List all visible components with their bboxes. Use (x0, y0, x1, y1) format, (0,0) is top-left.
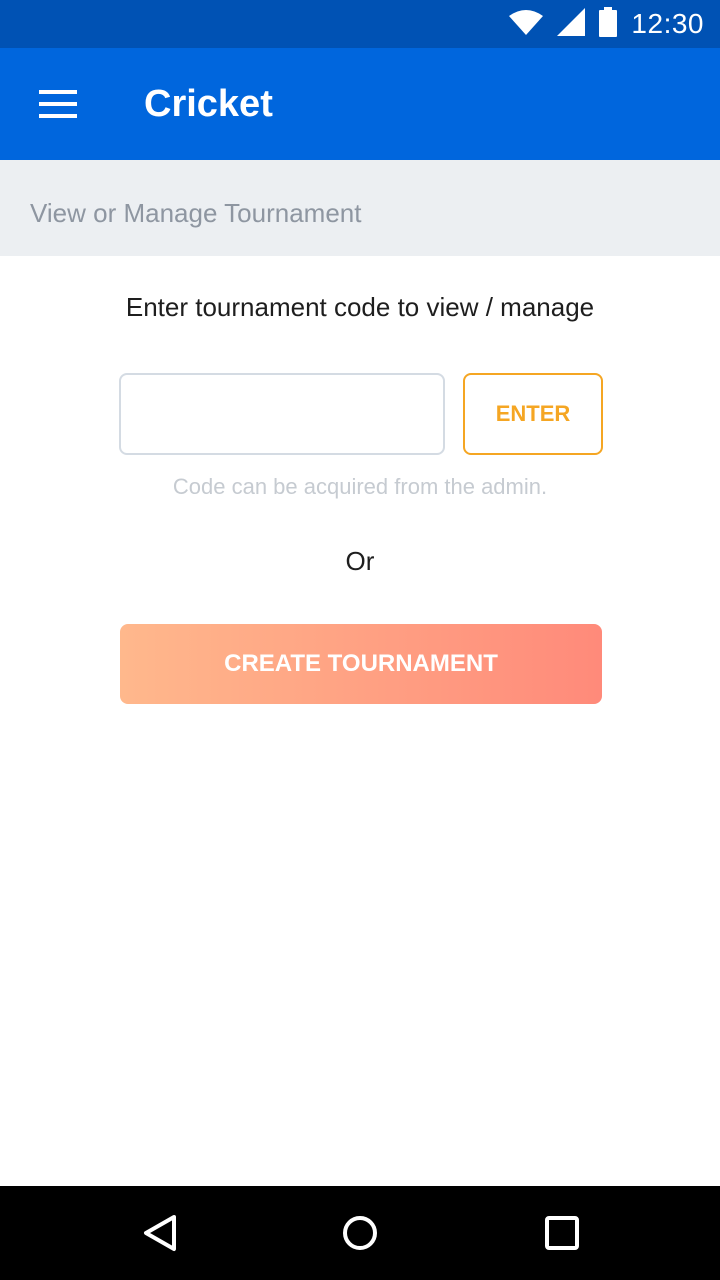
signal-icon (557, 7, 586, 41)
navigation-bar (0, 1186, 720, 1280)
home-button[interactable] (310, 1186, 410, 1280)
enter-button[interactable]: ENTER (463, 373, 603, 455)
create-tournament-button[interactable]: CREATE TOURNAMENT (120, 624, 602, 704)
wifi-icon (509, 9, 544, 40)
status-time: 12:30 (631, 8, 704, 39)
battery-icon (599, 6, 618, 42)
back-button[interactable] (110, 1186, 210, 1280)
menu-icon (39, 90, 77, 118)
status-icons: 12:30 (509, 0, 704, 48)
status-bar: 12:30 (0, 0, 720, 48)
app-bar: Cricket (0, 48, 720, 160)
tournament-code-input[interactable] (119, 373, 445, 455)
back-icon (144, 1215, 176, 1251)
hint-text: Code can be acquired from the admin. (172, 474, 548, 499)
menu-button[interactable] (26, 78, 90, 130)
home-icon (343, 1216, 377, 1250)
section-title: View or Manage Tournament (30, 198, 362, 228)
section-header: View or Manage Tournament (0, 160, 720, 256)
page-title: Cricket (144, 83, 273, 125)
recents-button[interactable] (512, 1186, 612, 1280)
instruction-text: Enter tournament code to view / manage (125, 292, 595, 322)
or-divider-text: Or (345, 546, 375, 576)
recents-icon (545, 1216, 579, 1250)
